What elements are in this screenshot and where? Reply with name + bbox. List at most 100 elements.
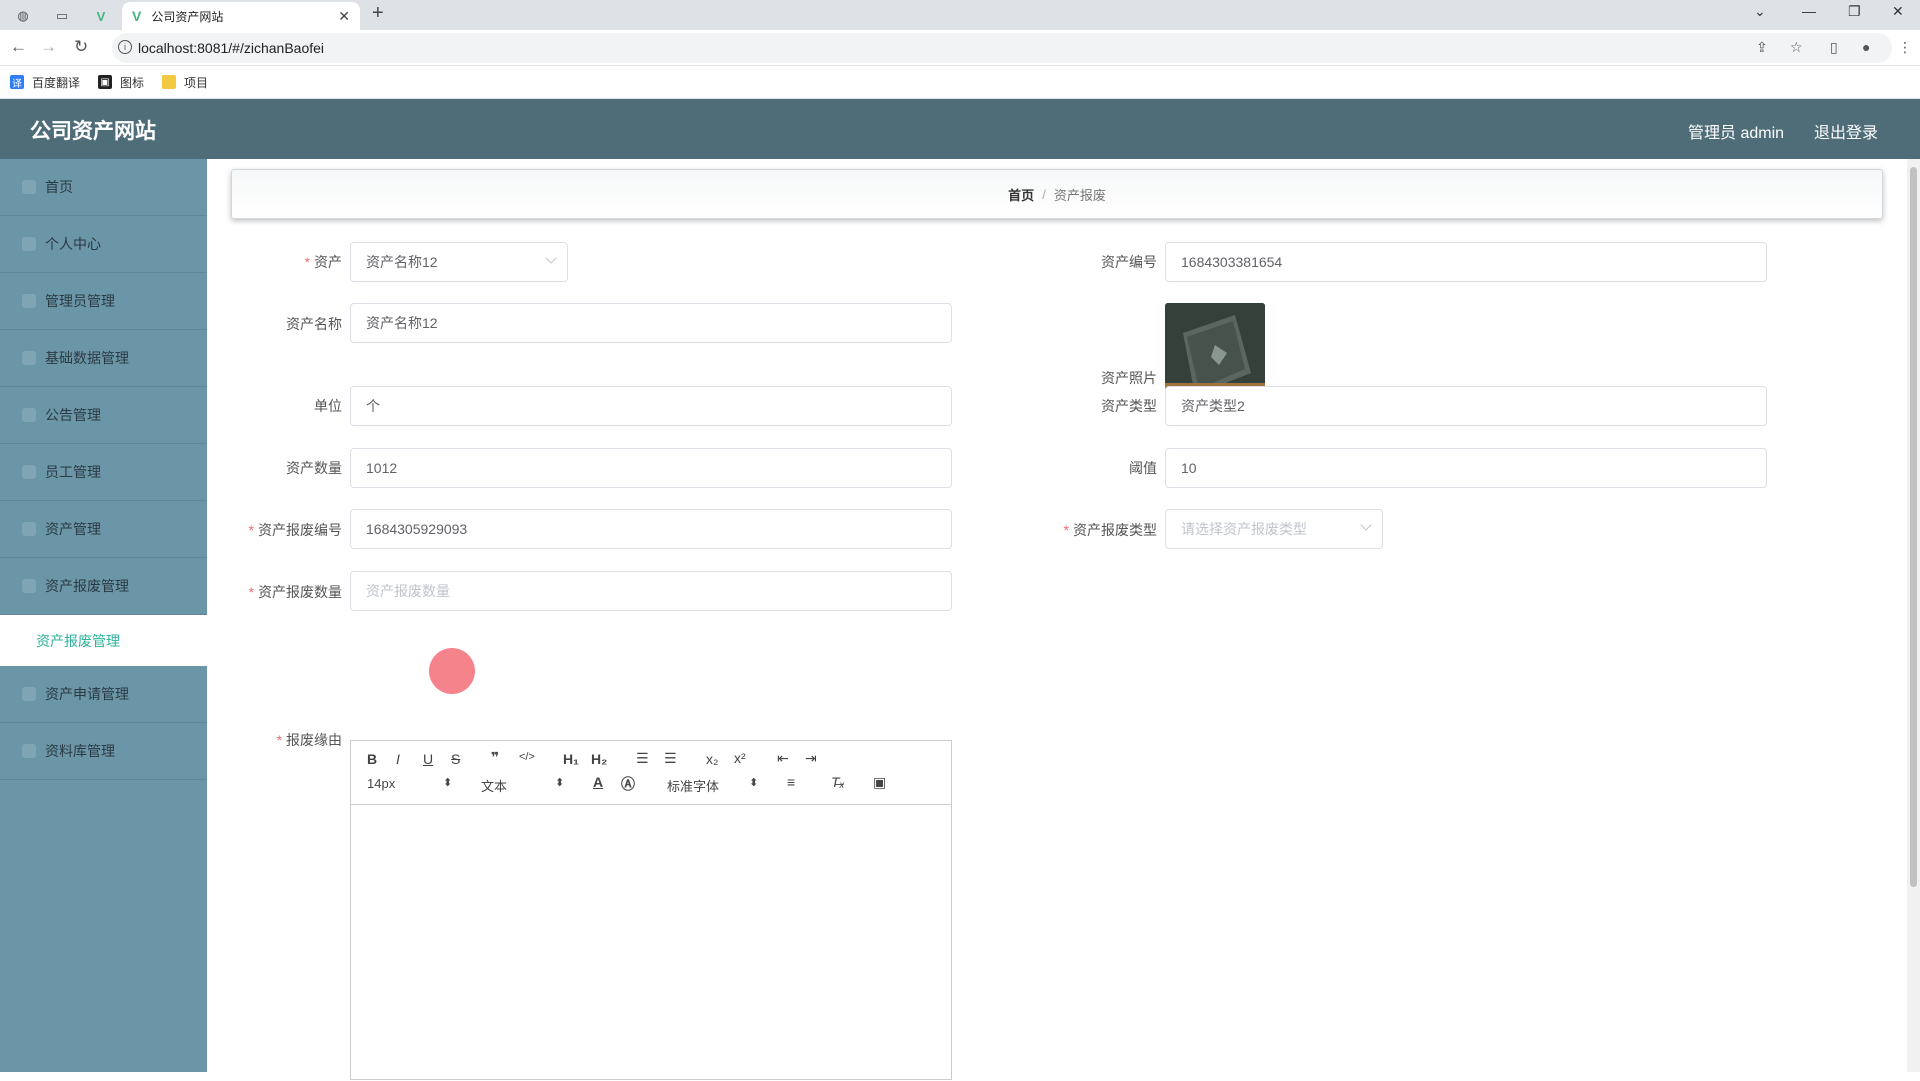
strike-icon[interactable]: S [451,751,460,767]
sidebar-item-home[interactable]: 首页 [0,159,207,216]
close-window-button[interactable]: ✕ [1892,3,1904,20]
page-scrollbar[interactable] [1907,159,1920,1072]
threshold-field[interactable]: 10 [1165,448,1767,488]
type-value: 资产类型2 [1181,398,1245,414]
qty-field[interactable]: 1012 [350,448,952,488]
vue-logo-icon: V [132,8,142,24]
profile-icon[interactable]: ● [1862,39,1870,55]
asset-select-value: 资产名称12 [366,254,438,270]
bookmark-item[interactable]: 项目 [162,74,208,91]
restore-button[interactable]: ❐ [1848,3,1861,20]
image-insert-icon[interactable]: ▣ [873,774,886,791]
menu-icon [22,237,36,251]
bookmark-label: 图标 [120,75,145,90]
browser-tab-bar: ◍ ▭ V V 公司资产网站 ✕ + ⌄ — ❐ ✕ [0,0,1920,30]
menu-icon [22,465,36,479]
vue-tab-icon[interactable]: V [86,4,116,28]
align-icon[interactable]: ≡ [787,774,795,790]
sidebar-item-profile[interactable]: 个人中心 [0,216,207,273]
sidebar-item-notice[interactable]: 公告管理 [0,387,207,444]
clear-format-icon[interactable]: T̶ₓ [831,774,845,790]
sidebar-item-apply[interactable]: 资产申请管理 [0,666,207,723]
sidebar-item-scrap[interactable]: 资产报废管理 [0,558,207,615]
scrap-type-label: * 资产报废类型 [1063,522,1157,538]
chevron-down-icon [1360,519,1372,531]
menu-icon [22,522,36,536]
globe-icon[interactable]: ◍ [8,4,38,28]
editor-body[interactable] [351,805,951,1081]
sidebar-item-base-data[interactable]: 基础数据管理 [0,330,207,387]
share-icon[interactable]: ⇪ [1756,39,1768,56]
unit-field[interactable]: 个 [350,386,952,426]
h2-icon[interactable]: H₂ [591,751,607,767]
forward-icon[interactable]: → [40,37,57,57]
menu-icon[interactable]: ⋮ [1898,39,1912,56]
outdent-icon[interactable]: ⇤ [777,750,789,767]
asset-no-field[interactable]: 1684303381654 [1165,242,1767,282]
breadcrumb-separator: / [1042,186,1046,202]
indent-icon[interactable]: ⇥ [805,750,817,767]
sidebar-item-assets[interactable]: 资产管理 [0,501,207,558]
tab-title: 公司资产网站 [151,9,224,24]
font-size-select[interactable]: 14px [367,776,395,791]
scrap-qty-input[interactable]: 资产报废数量 [350,571,952,611]
blank-tab-icon[interactable]: ▭ [47,4,77,28]
unit-label: 单位 [314,398,342,414]
logout-button[interactable]: 退出登录 [1814,119,1878,143]
superscript-icon[interactable]: x² [734,750,746,766]
info-icon[interactable]: i [118,40,132,54]
type-field[interactable]: 资产类型2 [1165,386,1767,426]
minimize-button[interactable]: — [1802,3,1816,19]
mouse-cursor-indicator [429,648,475,694]
ordered-list-icon[interactable]: ☰ [636,750,649,767]
menu-icon [22,579,36,593]
sidebar-item-staff[interactable]: 员工管理 [0,444,207,501]
blockquote-icon[interactable]: ❞ [491,749,499,766]
chevron-updown-icon: ⬍ [443,777,453,789]
new-tab-button[interactable]: + [372,2,384,25]
background-color-icon[interactable]: Ⓐ [621,774,635,794]
scrollbar-thumb[interactable] [1910,167,1917,887]
reload-icon[interactable]: ↻ [74,37,88,57]
sidebar-item-admin[interactable]: 管理员管理 [0,273,207,330]
bold-icon[interactable]: B [367,751,377,767]
italic-icon[interactable]: I [396,751,400,767]
underline-icon[interactable]: U [423,751,433,767]
scrap-type-select[interactable]: 请选择资产报废类型 [1165,509,1383,549]
sidebar-item-label: 基础数据管理 [45,350,129,366]
sidebar-subitem-scrap[interactable]: 资产报废管理 [0,615,207,666]
sidebar-item-label: 资产申请管理 [45,686,129,702]
active-tab[interactable]: V 公司资产网站 ✕ [122,2,360,30]
sidebar-item-label: 公告管理 [45,407,101,423]
scrap-no-field[interactable]: 1684305929093 [350,509,952,549]
sidepanel-icon[interactable]: ▯ [1830,39,1838,56]
photo-label: 资产照片 [1101,370,1157,386]
asset-select[interactable]: 资产名称12 [350,242,568,282]
subscript-icon[interactable]: x₂ [706,751,718,767]
scrap-no-label: * 资产报废编号 [248,522,342,538]
font-color-icon[interactable]: A [593,774,603,790]
text-style-select[interactable]: 文本 [481,776,507,795]
font-family-select[interactable]: 标准字体 [667,776,719,795]
bookmark-item[interactable]: ▣ 图标 [98,74,144,91]
tab-search-icon[interactable]: ⌄ [1754,3,1766,20]
asset-label: * 资产 [304,254,342,270]
back-icon[interactable]: ← [10,37,27,57]
chevron-updown-icon: ⬍ [749,777,759,789]
menu-icon [22,408,36,422]
h1-icon[interactable]: H₁ [563,751,579,767]
breadcrumb-home[interactable]: 首页 [1008,185,1034,204]
asset-name-field[interactable]: 资产名称12 [350,303,952,343]
menu-icon [22,687,36,701]
sidebar-item-label: 员工管理 [45,464,101,480]
bullet-list-icon[interactable]: ☰ [664,750,677,767]
chevron-updown-icon: ⬍ [555,777,565,789]
sidebar-item-library[interactable]: 资料库管理 [0,723,207,780]
code-icon[interactable]: </> [519,751,535,763]
url-field[interactable]: i localhost:8081/#/zichanBaofei [112,33,1892,63]
close-icon[interactable]: ✕ [338,8,350,25]
reason-editor[interactable]: B I U S ❞ </> H₁ H₂ ☰ ☰ x₂ x² ⇤ ⇥ 14px ⬍… [350,740,952,1080]
star-icon[interactable]: ☆ [1790,39,1803,56]
bookmark-item[interactable]: 译 百度翻译 [10,74,80,91]
breadcrumb: 首页 / 资产报废 [231,169,1883,219]
